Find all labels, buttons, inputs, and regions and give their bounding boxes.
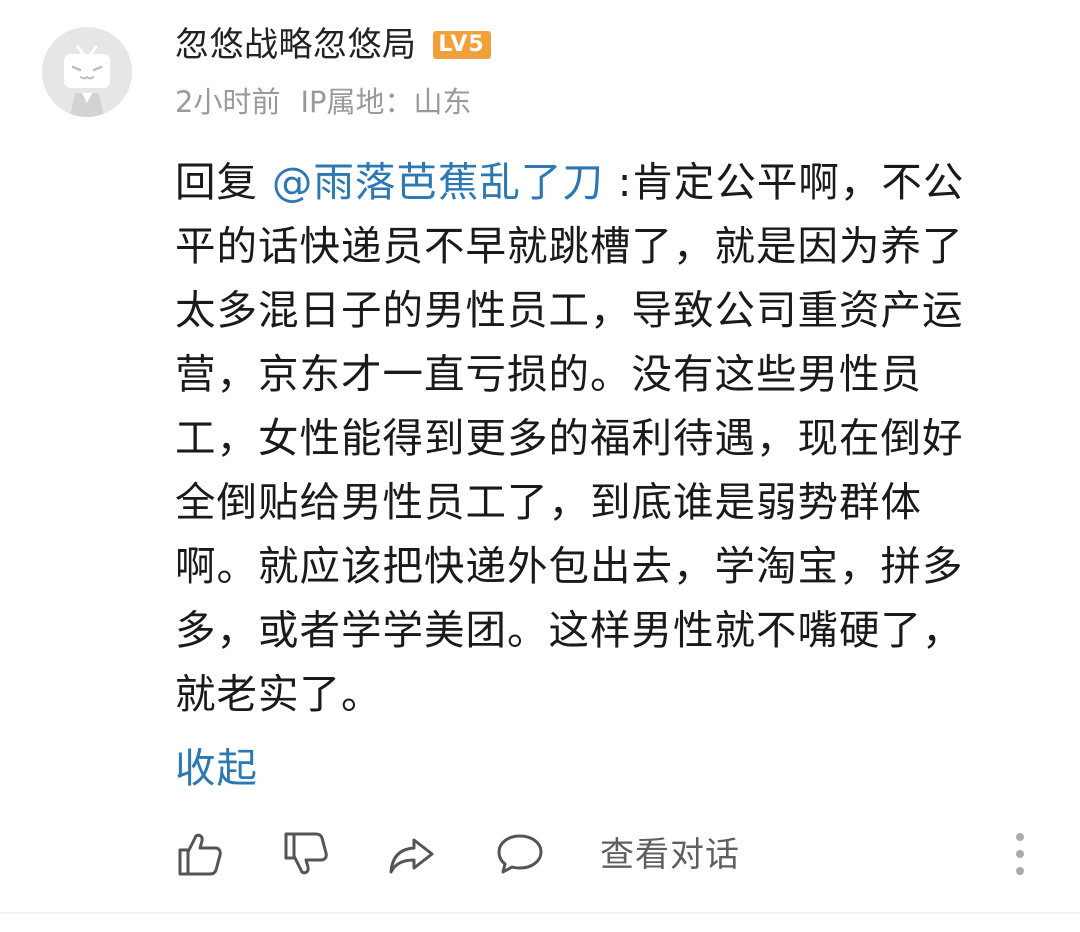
comment-line: 啊。就应该把快递外包出去，学淘宝，拼多	[175, 542, 964, 590]
ip-location: IP属地：山东	[300, 85, 472, 119]
username[interactable]: 忽悠战略忽悠局	[175, 22, 417, 68]
comment-line: 就老实了。	[175, 670, 383, 718]
comment-line-text: :肯定公平啊，不公	[603, 158, 965, 206]
view-conversation-button[interactable]: 查看对话	[600, 832, 740, 878]
comment-text: 回复 @雨落芭蕉乱了刀 :肯定公平啊，不公 平的话快递员不早就跳槽了，就是因为养…	[175, 150, 1045, 726]
level-badge: LV5	[432, 31, 491, 59]
timestamp: 2小时前	[175, 85, 281, 119]
reply-button[interactable]	[494, 828, 546, 880]
comment-line: 工，女性能得到更多的福利待遇，现在倒好	[175, 414, 964, 462]
dislike-button[interactable]	[280, 828, 332, 880]
like-button[interactable]	[174, 828, 226, 880]
comment-line: 营，京东才一直亏损的。没有这些男性员	[175, 350, 922, 398]
comment-line: 多，或者学学美团。这样男性就不嘴硬了，	[175, 606, 964, 654]
comment-meta: 2小时前 IP属地：山东	[175, 80, 472, 120]
comment-line: 全倒贴给男性员工了，到底谁是弱势群体	[175, 478, 922, 526]
collapse-link[interactable]: 收起	[175, 736, 258, 800]
comment-line: 平的话快递员不早就跳槽了，就是因为养了	[175, 222, 964, 270]
more-vertical-icon	[1016, 833, 1024, 875]
default-tv-avatar-icon	[42, 27, 132, 117]
share-button[interactable]	[386, 828, 438, 880]
avatar[interactable]	[42, 27, 132, 117]
divider	[0, 912, 1080, 914]
mention-link[interactable]: @雨落芭蕉乱了刀	[272, 158, 604, 206]
more-options-button[interactable]	[1002, 828, 1038, 880]
comment-bubble-icon	[497, 834, 543, 874]
comment-card: 忽悠战略忽悠局 LV5 2小时前 IP属地：山东 回复 @雨落芭蕉乱了刀 :肯定…	[0, 0, 1080, 932]
reply-prefix: 回复	[175, 158, 272, 206]
comment-header: 忽悠战略忽悠局 LV5	[175, 22, 491, 68]
comment-actions: 查看对话	[0, 820, 1080, 890]
share-icon	[389, 838, 434, 874]
comment-line: 回复 @雨落芭蕉乱了刀 :肯定公平啊，不公	[175, 150, 1045, 214]
comment-line: 太多混日子的男性员工，导致公司重资产运	[175, 286, 964, 334]
thumbs-down-icon	[284, 832, 328, 875]
thumbs-up-icon	[178, 833, 222, 876]
